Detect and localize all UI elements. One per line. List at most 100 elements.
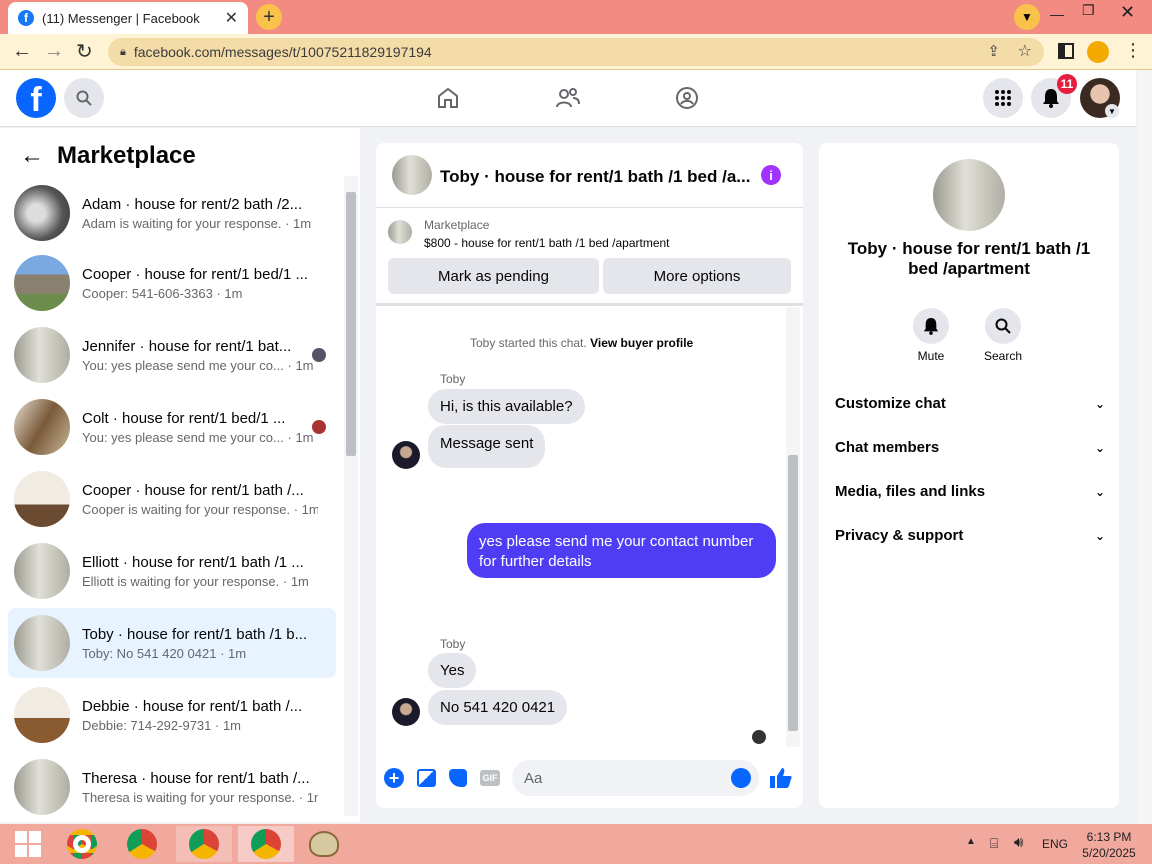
volume-icon[interactable]: 🔊︎ — [1014, 834, 1023, 851]
notification-badge: 11 — [1057, 74, 1077, 94]
search-label: Search — [983, 349, 1023, 363]
browser-toolbar: ← → ↻ 🔒︎ facebook.com/messages/t/1007521… — [0, 34, 1152, 70]
chat-details-panel: Toby · house for rent/1 bath /1 bed /apa… — [819, 143, 1119, 808]
chevron-down-icon: ⌄ — [1094, 484, 1105, 499]
browser-tab-bar: f (11) Messenger | Facebook ✕ + ▼ — ❐ ✕ — [0, 0, 1152, 34]
language-indicator[interactable]: ENG — [1042, 837, 1068, 851]
menu-grid-icon[interactable] — [983, 78, 1023, 118]
conversation-item-selected[interactable]: Toby · house for rent/1 bath /1 b... Toby… — [8, 608, 336, 678]
windows-start-icon[interactable] — [0, 826, 56, 862]
conversation-preview: Toby: No 541 420 0421 — [82, 645, 217, 661]
add-actions-icon[interactable]: + — [384, 768, 404, 788]
conversation-preview: Theresa is waiting for your response. — [82, 789, 296, 805]
listing-thumbnail[interactable] — [388, 220, 412, 244]
conversation-name: Theresa · house for rent/1 bath /... — [82, 769, 310, 787]
lock-icon: 🔒︎ — [120, 45, 126, 58]
chat-scrollbar-thumb[interactable] — [788, 455, 798, 731]
sender-avatar — [392, 698, 420, 726]
close-tab-icon[interactable]: ✕ — [225, 8, 238, 28]
chat-title[interactable]: Toby · house for rent/1 bath /1 bed /a..… — [440, 167, 750, 187]
page-scrollbar[interactable] — [1138, 70, 1152, 824]
gif-icon[interactable]: GIF — [480, 770, 500, 786]
reload-icon[interactable]: ↻ — [76, 39, 93, 64]
clock-time: 6:13 PM — [1086, 830, 1132, 844]
forward-icon[interactable]: → — [44, 40, 64, 63]
tab-search-icon[interactable]: ▼ — [1014, 4, 1040, 30]
section-label: Chat members — [835, 439, 940, 456]
conversation-item[interactable]: Elliott · house for rent/1 bath /1 ... El… — [8, 536, 336, 606]
address-bar[interactable]: 🔒︎ facebook.com/messages/t/1007521182919… — [108, 38, 1044, 66]
listing-title[interactable]: $800 - house for rent/1 bath /1 bed /apa… — [424, 236, 670, 250]
conversation-preview: Cooper is waiting for your response. — [82, 501, 291, 517]
contact-avatar[interactable] — [933, 159, 1005, 231]
back-arrow-icon[interactable]: ← — [20, 142, 44, 170]
windows-taskbar: ▲ ⌸ 🔊︎ ENG 6:13 PM 5/20/2025 — [0, 824, 1152, 864]
customize-chat-section[interactable]: Customize chat ⌄ — [835, 395, 1105, 412]
mute-label: Mute — [917, 349, 945, 363]
conversation-avatar — [14, 687, 70, 743]
conversation-time: · 1m — [216, 285, 243, 301]
photo-icon[interactable] — [417, 769, 436, 787]
network-icon[interactable]: ⌸ — [990, 835, 998, 852]
contact-name-line: Toby · house for rent/1 bath /1 — [847, 239, 1091, 258]
back-icon[interactable]: ← — [12, 40, 32, 63]
conversation-item[interactable]: Cooper · house for rent/1 bath /... Coope… — [8, 464, 336, 534]
new-tab-button[interactable]: + — [256, 4, 282, 30]
conversation-preview: Adam is waiting for your response. — [82, 215, 282, 231]
close-window-icon[interactable]: ✕ — [1120, 2, 1140, 23]
maximize-icon[interactable]: ❐ — [1082, 2, 1102, 19]
conversation-time: · 1m — [293, 501, 318, 517]
chat-header-avatar[interactable] — [392, 155, 432, 195]
conversation-preview: Debbie: 714-292-9731 — [82, 717, 212, 733]
conversation-item[interactable]: Adam · house for rent/2 bath /2... Adam i… — [8, 178, 336, 248]
conversation-preview: Cooper: 541-606-3363 — [82, 285, 213, 301]
message-input[interactable]: Aa — [512, 760, 759, 796]
conversation-item[interactable]: Theresa · house for rent/1 bath /... Ther… — [8, 752, 336, 822]
chat-scrollbar[interactable] — [786, 307, 800, 747]
more-options-button[interactable]: More options — [603, 258, 791, 294]
emoji-icon[interactable] — [731, 768, 751, 788]
paint-taskbar-icon[interactable] — [296, 826, 352, 862]
side-panel-icon[interactable] — [1058, 43, 1074, 59]
mark-as-pending-button[interactable]: Mark as pending — [388, 258, 599, 294]
chrome-taskbar-icon[interactable] — [176, 826, 232, 862]
view-buyer-profile-link[interactable]: View buyer profile — [590, 336, 693, 350]
mute-button[interactable] — [913, 308, 949, 344]
share-icon[interactable]: ⇪ — [987, 42, 1000, 60]
conversation-time: · 1m — [287, 357, 314, 373]
sidebar-scrollbar-thumb[interactable] — [346, 192, 356, 456]
groups-icon[interactable] — [675, 86, 699, 110]
tray-chevron-icon[interactable]: ▲ — [966, 836, 976, 847]
facebook-logo-icon[interactable]: f — [16, 78, 56, 118]
tab-title: (11) Messenger | Facebook — [42, 10, 200, 26]
conversation-item[interactable]: Debbie · house for rent/1 bath /... Debbi… — [8, 680, 336, 750]
browser-tab[interactable]: f (11) Messenger | Facebook ✕ — [8, 2, 248, 34]
conversation-item[interactable]: Jennifer · house for rent/1 bat... You: y… — [8, 320, 336, 390]
like-icon[interactable] — [769, 767, 793, 789]
search-icon[interactable] — [64, 78, 104, 118]
seen-avatar — [312, 348, 326, 362]
friends-icon[interactable] — [555, 86, 581, 110]
media-files-links-section[interactable]: Media, files and links ⌄ — [835, 483, 1105, 500]
browser-menu-icon[interactable]: ⋮ — [1124, 40, 1142, 61]
search-icon — [995, 318, 1011, 334]
conversation-item[interactable]: Colt · house for rent/1 bed/1 ... You: ye… — [8, 392, 336, 462]
conversation-avatar — [14, 759, 70, 815]
conversation-item[interactable]: Cooper · house for rent/1 bed/1 ... Coope… — [8, 248, 336, 318]
clock[interactable]: 6:13 PM 5/20/2025 — [1078, 829, 1140, 861]
chrome-taskbar-icon[interactable] — [114, 826, 170, 862]
privacy-support-section[interactable]: Privacy & support ⌄ — [835, 527, 1105, 544]
info-icon[interactable]: i — [761, 165, 781, 185]
profile-icon[interactable] — [1087, 41, 1109, 63]
chrome-taskbar-icon[interactable] — [54, 826, 110, 862]
bookmark-star-icon[interactable]: ☆ — [1018, 41, 1032, 61]
sidebar-title: Marketplace — [57, 142, 196, 169]
minimize-icon[interactable]: — — [1050, 6, 1070, 22]
sidebar-scrollbar[interactable] — [344, 176, 358, 816]
chat-members-section[interactable]: Chat members ⌄ — [835, 439, 1105, 456]
search-in-chat-button[interactable] — [985, 308, 1021, 344]
account-chevron-icon[interactable]: ▼ — [1105, 104, 1119, 118]
sticker-icon[interactable] — [449, 769, 467, 787]
home-icon[interactable] — [436, 86, 460, 110]
chrome-taskbar-icon-active[interactable] — [238, 826, 294, 862]
